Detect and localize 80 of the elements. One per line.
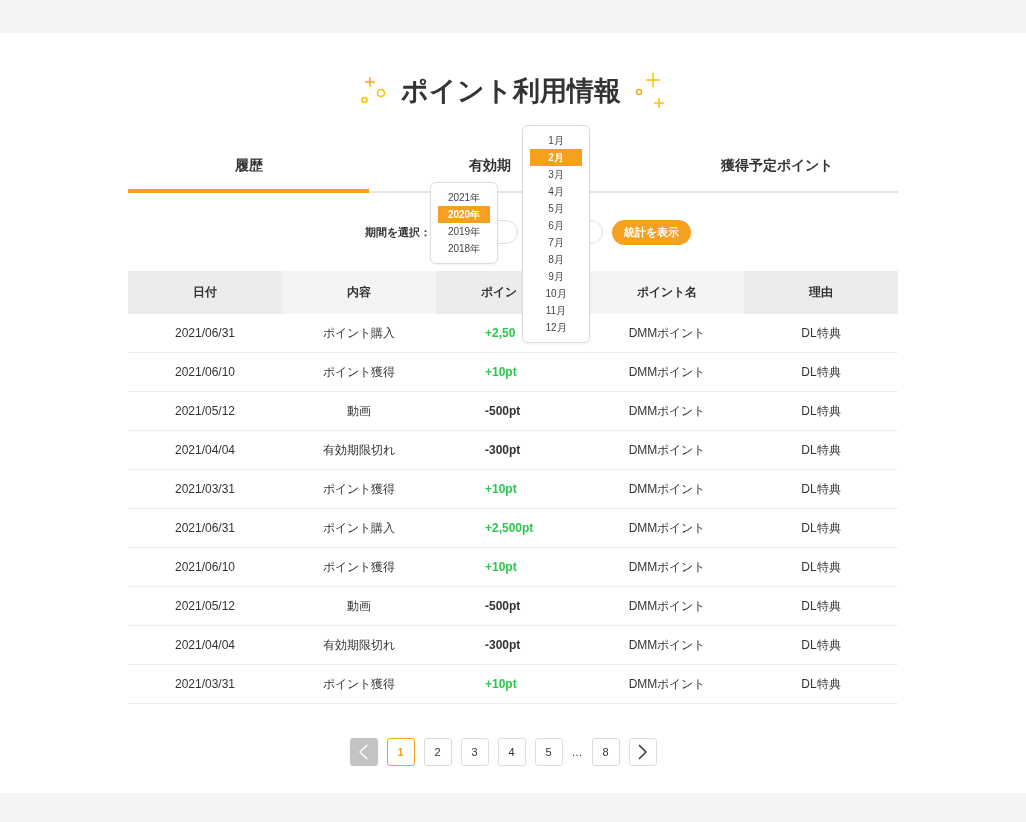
page-button[interactable]: 5 [534, 738, 563, 766]
table-cell: 有効期限切れ [282, 430, 436, 470]
table-cell: DMMポイント [590, 430, 744, 470]
dropdown-option[interactable]: 3月 [530, 166, 582, 183]
dropdown-option[interactable]: 2021年 [438, 189, 490, 206]
chevron-right-icon [638, 744, 647, 760]
table-cell: DL特典 [744, 430, 898, 470]
page-button[interactable]: 3 [460, 738, 489, 766]
table-cell: +10pt [436, 352, 590, 392]
dropdown-option[interactable]: 5月 [530, 200, 582, 217]
dropdown-option[interactable]: 2019年 [438, 223, 490, 240]
table-cell: DL特典 [744, 352, 898, 392]
table-cell: DMMポイント [590, 469, 744, 509]
ellipsis: … [571, 746, 583, 758]
table-cell: ポイント購入 [282, 314, 436, 353]
table-cell: 2021/06/10 [128, 352, 282, 392]
table-cell: DL特典 [744, 547, 898, 587]
table-cell: -500pt [436, 586, 590, 626]
table-cell: 2021/04/04 [128, 430, 282, 470]
sparkle-icon [361, 76, 387, 106]
table-cell: 2021/04/04 [128, 625, 282, 665]
tab[interactable]: 獲得予定ポイント [656, 143, 898, 193]
table-cell: 有効期限切れ [282, 625, 436, 665]
column-header: 理由 [744, 271, 898, 314]
dropdown-option[interactable]: 10月 [530, 285, 582, 302]
table-cell: 2021/06/31 [128, 508, 282, 548]
table-cell: +10pt [436, 469, 590, 509]
column-header: 日付 [128, 271, 282, 314]
dropdown-option[interactable]: 8月 [530, 251, 582, 268]
dropdown-option[interactable]: 2018年 [438, 240, 490, 257]
page-title: ポイント利用情報 [401, 75, 621, 108]
table-cell: 2021/06/31 [128, 314, 282, 353]
table-cell: DL特典 [744, 391, 898, 431]
table-cell: DMMポイント [590, 508, 744, 548]
table-cell: -300pt [436, 625, 590, 665]
sparkle-icon [635, 72, 665, 110]
table-cell: DL特典 [744, 314, 898, 353]
table-cell: DL特典 [744, 508, 898, 548]
table-cell: DMMポイント [590, 586, 744, 626]
table-cell: DMMポイント [590, 391, 744, 431]
table-cell: ポイント獲得 [282, 469, 436, 509]
table-cell: ポイント獲得 [282, 664, 436, 704]
table-cell: 2021/03/31 [128, 664, 282, 704]
table-cell: 動画 [282, 391, 436, 431]
table-cell: DL特典 [744, 625, 898, 665]
table-cell: DL特典 [744, 664, 898, 704]
dropdown-option[interactable]: 12月 [530, 319, 582, 336]
chevron-left-icon [359, 744, 368, 760]
table-cell: DL特典 [744, 469, 898, 509]
dropdown-option[interactable]: 1月 [530, 132, 582, 149]
table-cell: DMMポイント [590, 352, 744, 392]
table-cell: +2,500pt [436, 508, 590, 548]
table-cell: 2021/03/31 [128, 469, 282, 509]
page-button[interactable]: 4 [497, 738, 526, 766]
table-cell: 2021/06/10 [128, 547, 282, 587]
page-button[interactable]: 8 [591, 738, 620, 766]
period-label: 期間を選択： [365, 224, 431, 240]
column-header: 内容 [282, 271, 436, 314]
dropdown-option[interactable]: 7月 [530, 234, 582, 251]
table-cell: 2021/05/12 [128, 391, 282, 431]
tab[interactable]: 履歴 [128, 143, 370, 193]
table-cell: ポイント購入 [282, 508, 436, 548]
table-cell: DMMポイント [590, 625, 744, 665]
page-button[interactable]: 2 [423, 738, 452, 766]
dropdown-option[interactable]: 4月 [530, 183, 582, 200]
table-cell: DL特典 [744, 586, 898, 626]
table-cell: -500pt [436, 391, 590, 431]
next-page-button[interactable] [628, 738, 657, 766]
table-cell: DMMポイント [590, 547, 744, 587]
dropdown-option[interactable]: 9月 [530, 268, 582, 285]
table-cell: -300pt [436, 430, 590, 470]
table-cell: +10pt [436, 547, 590, 587]
table-cell: DMMポイント [590, 664, 744, 704]
table-cell: 動画 [282, 586, 436, 626]
table-cell: 2021/05/12 [128, 586, 282, 626]
column-header: ポイント名 [590, 271, 744, 314]
table-cell: ポイント獲得 [282, 547, 436, 587]
table-cell: +10pt [436, 664, 590, 704]
table-cell: ポイント獲得 [282, 352, 436, 392]
dropdown-option[interactable]: 6月 [530, 217, 582, 234]
